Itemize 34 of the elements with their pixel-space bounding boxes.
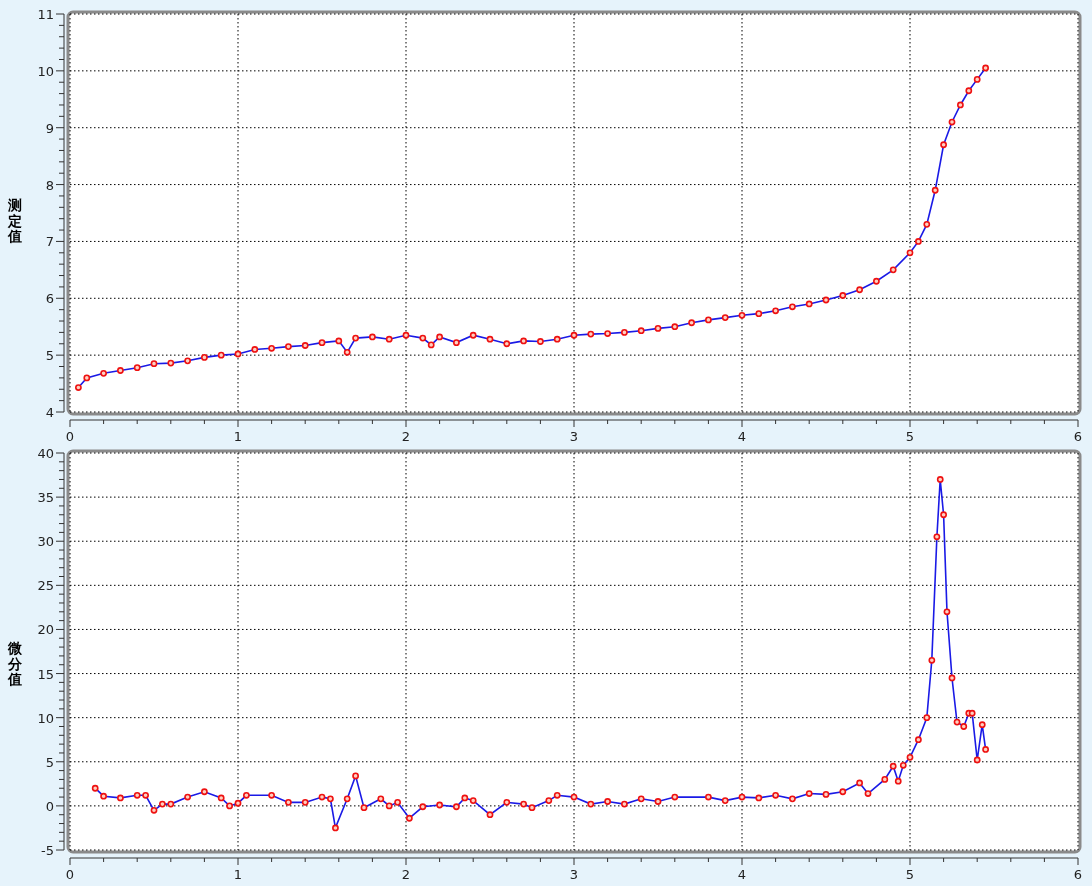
- y-tick-label: 7: [45, 234, 54, 250]
- x-tick-label: 1: [233, 429, 243, 443]
- y-tick-label: 30: [37, 534, 54, 550]
- x-tick-label: 3: [569, 867, 579, 882]
- x-tick-label: 2: [401, 429, 411, 443]
- y-tick-label: 9: [45, 120, 54, 136]
- y-tick-label: 10: [37, 710, 54, 726]
- x-tick-label: 4: [737, 429, 747, 443]
- x-tick-label: 3: [569, 429, 579, 443]
- x-tick-label: 5: [905, 867, 915, 882]
- y-axis-title: 微分值: [8, 641, 22, 688]
- x-tick-label: 0: [65, 429, 75, 443]
- y-tick-label: 15: [37, 666, 54, 682]
- y-tick-label: 10: [37, 63, 54, 79]
- x-tick-label: 0: [65, 867, 75, 882]
- y-tick-label: -5: [41, 843, 54, 858]
- y-tick-label: 5: [45, 348, 54, 364]
- y-tick-label: 40: [37, 446, 54, 461]
- y-axis-title: 测定值: [8, 198, 22, 245]
- x-tick-label: 6: [1073, 429, 1083, 443]
- x-tick-label: 2: [401, 867, 411, 882]
- x-tick-label: 1: [233, 867, 243, 882]
- y-tick-label: 35: [37, 490, 54, 506]
- x-tick-label: 5: [905, 429, 915, 443]
- y-tick-label: 25: [37, 578, 54, 594]
- y-tick-label: 20: [37, 622, 54, 638]
- y-tick-label: 5: [45, 754, 54, 770]
- y-tick-label: 4: [45, 405, 54, 420]
- x-tick-label: 4: [737, 867, 747, 882]
- y-tick-label: 11: [37, 7, 54, 22]
- y-tick-label: 8: [45, 177, 54, 193]
- y-tick-label: 0: [45, 798, 54, 814]
- y-tick-label: 6: [45, 291, 54, 307]
- x-tick-label: 6: [1073, 867, 1083, 882]
